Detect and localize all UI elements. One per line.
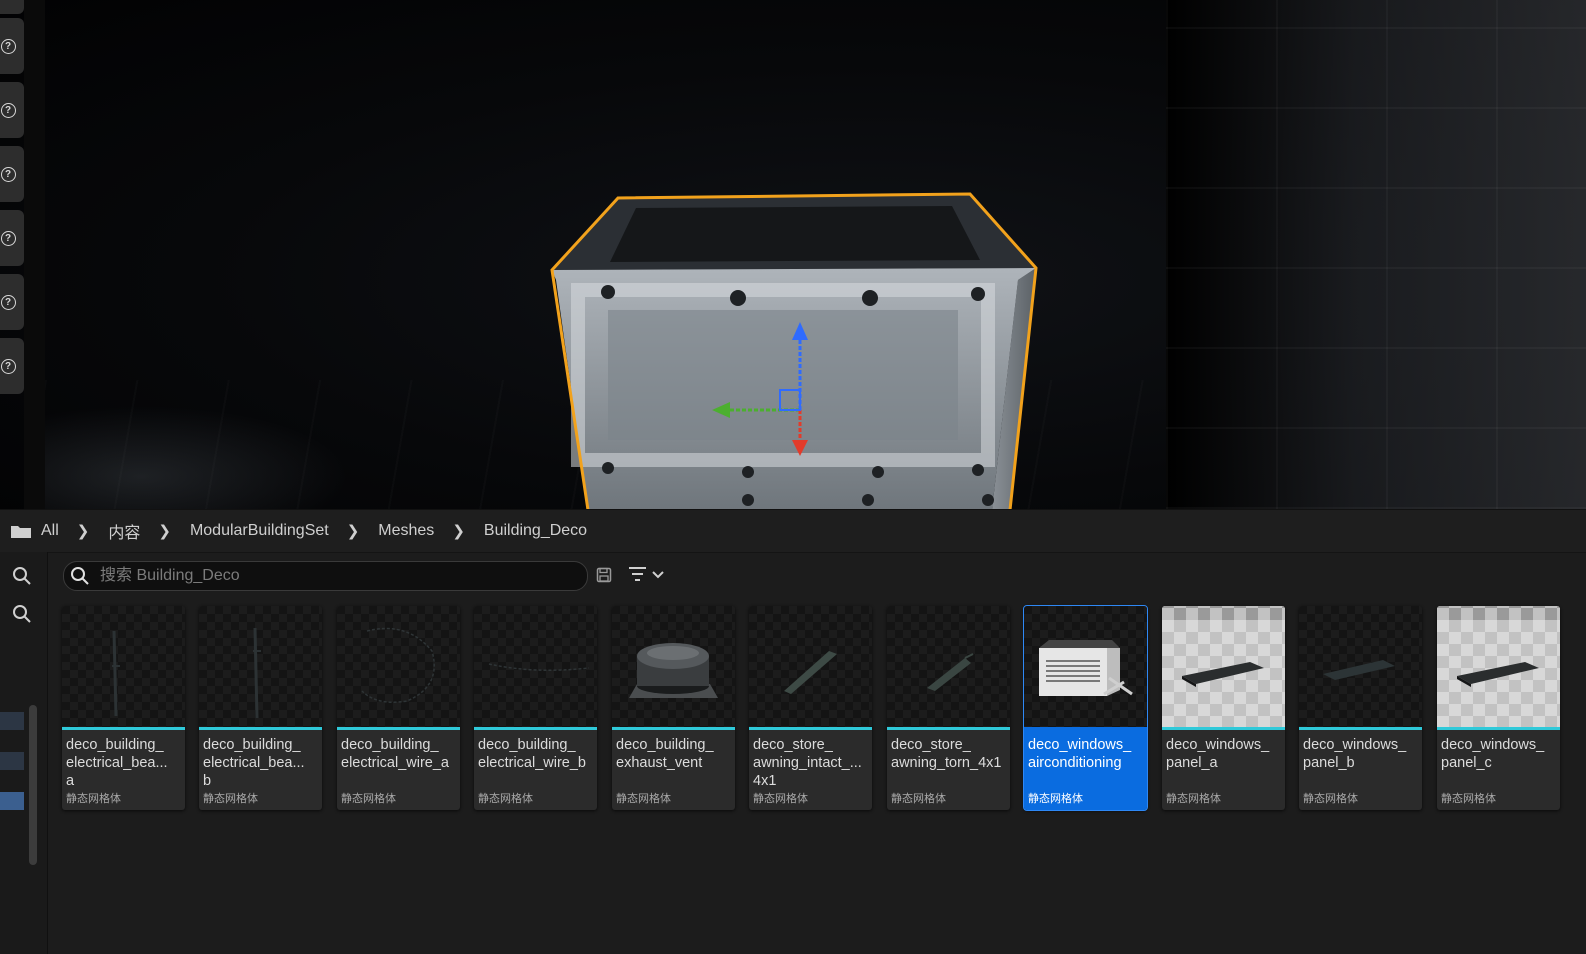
- folder-tree-item[interactable]: [0, 792, 24, 810]
- toolbar-button[interactable]: ?: [0, 146, 24, 202]
- asset-type-label: 静态网格体: [616, 793, 671, 805]
- folder-tree-item[interactable]: [0, 712, 24, 730]
- rubble: [45, 400, 365, 509]
- asset-type-bar: [474, 727, 597, 730]
- asset-type-label: 静态网格体: [341, 793, 396, 805]
- viewport-edge: [24, 0, 45, 509]
- asset-type-bar: [612, 727, 735, 730]
- asset-name: deco_building_ electrical_wire_a: [341, 737, 449, 771]
- viewport-mode-toolbar: ? ? ? ? ? ? ?: [0, 0, 26, 509]
- folder-tree-item[interactable]: [0, 752, 24, 770]
- asset-tile[interactable]: deco_building_ exhaust_vent 静态网格体: [612, 606, 735, 810]
- asset-thumbnail: [1162, 606, 1285, 727]
- breadcrumb-all[interactable]: All: [41, 522, 59, 540]
- asset-tile[interactable]: deco_building_ electrical_bea... b 静态网格体: [199, 606, 322, 810]
- asset-type-label: 静态网格体: [1028, 793, 1083, 805]
- asset-tile[interactable]: deco_building_ electrical_bea... a 静态网格体: [62, 606, 185, 810]
- save-icon[interactable]: [596, 567, 612, 583]
- search-row: [55, 559, 755, 593]
- asset-type-label: 静态网格体: [1166, 793, 1221, 805]
- search-icon[interactable]: [8, 600, 36, 628]
- folder-icon[interactable]: [10, 523, 32, 539]
- asset-thumbnail: [887, 606, 1010, 727]
- asset-type-label: 静态网格体: [66, 793, 121, 805]
- asset-thumbnail: [1299, 606, 1422, 727]
- breadcrumb-meshes[interactable]: Meshes: [378, 522, 434, 540]
- scrollbar[interactable]: [29, 705, 37, 865]
- toolbar-button[interactable]: ?: [0, 18, 24, 74]
- search-icon: [71, 567, 89, 585]
- asset-thumbnail: [474, 606, 597, 727]
- asset-tile[interactable]: deco_store_ awning_torn_4x1 静态网格体: [887, 606, 1010, 810]
- chevron-right-icon[interactable]: ❯: [158, 522, 171, 540]
- asset-thumbnail: [1024, 606, 1147, 727]
- toolbar-button[interactable]: ?: [0, 82, 24, 138]
- asset-type-bar: [749, 727, 872, 730]
- asset-tile[interactable]: deco_windows_ panel_b 静态网格体: [1299, 606, 1422, 810]
- breadcrumb-content[interactable]: 内容: [108, 519, 140, 543]
- asset-thumbnail: [337, 606, 460, 727]
- breadcrumb: All ❯ 内容 ❯ ModularBuildingSet ❯ Meshes ❯…: [0, 509, 1586, 553]
- asset-name: deco_building_ electrical_bea... b: [203, 737, 305, 789]
- question-icon: ?: [0, 294, 16, 310]
- toolbar-button[interactable]: ?: [0, 0, 24, 14]
- asset-type-label: 静态网格体: [478, 793, 533, 805]
- toolbar-button[interactable]: ?: [0, 338, 24, 394]
- asset-name: deco_store_ awning_intact_... 4x1: [753, 737, 862, 789]
- asset-name: deco_windows_ panel_a: [1166, 737, 1270, 771]
- toolbar-button[interactable]: ?: [0, 274, 24, 330]
- asset-type-label: 静态网格体: [1441, 793, 1496, 805]
- asset-name: deco_store_ awning_torn_4x1: [891, 737, 1002, 771]
- asset-tile[interactable]: deco_building_ electrical_wire_b 静态网格体: [474, 606, 597, 810]
- question-icon: ?: [0, 230, 16, 246]
- content-browser: All ❯ 内容 ❯ ModularBuildingSet ❯ Meshes ❯…: [0, 509, 1586, 954]
- question-icon: ?: [0, 38, 16, 54]
- asset-type-bar: [1437, 727, 1560, 730]
- asset-tile[interactable]: deco_building_ electrical_wire_a 静态网格体: [337, 606, 460, 810]
- asset-tile-selected[interactable]: deco_windows_ airconditioning 静态网格体: [1023, 605, 1148, 811]
- breadcrumb-building-deco[interactable]: Building_Deco: [484, 522, 587, 540]
- question-icon: ?: [0, 102, 16, 118]
- toolbar-button[interactable]: ?: [0, 210, 24, 266]
- question-icon: ?: [0, 358, 16, 374]
- asset-thumbnail: [749, 606, 872, 727]
- asset-type-bar: [199, 727, 322, 730]
- asset-type-label: 静态网格体: [753, 793, 808, 805]
- asset-type-bar: [1024, 727, 1147, 730]
- chevron-right-icon[interactable]: ❯: [347, 522, 360, 540]
- asset-name: deco_building_ electrical_bea... a: [66, 737, 168, 789]
- level-viewport[interactable]: ? ? ? ? ? ? ?: [0, 0, 1586, 509]
- asset-tile[interactable]: deco_store_ awning_intact_... 4x1 静态网格体: [749, 606, 872, 810]
- asset-type-label: 静态网格体: [203, 793, 258, 805]
- sources-panel: [0, 552, 48, 954]
- selected-mesh-airconditioner[interactable]: [548, 190, 1043, 509]
- search-icon[interactable]: [8, 562, 36, 590]
- asset-name: deco_windows_ airconditioning: [1028, 737, 1132, 771]
- asset-type-bar: [337, 727, 460, 730]
- asset-thumbnail: [1437, 606, 1560, 727]
- asset-name: deco_windows_ panel_b: [1303, 737, 1407, 771]
- asset-type-bar: [62, 727, 185, 730]
- asset-type-label: 静态网格体: [1303, 793, 1358, 805]
- asset-type-bar: [1162, 727, 1285, 730]
- asset-name: deco_windows_ panel_c: [1441, 737, 1545, 771]
- filter-icon[interactable]: [627, 565, 671, 585]
- chevron-right-icon[interactable]: ❯: [77, 522, 90, 540]
- asset-thumbnail: [62, 606, 185, 727]
- asset-name: deco_building_ electrical_wire_b: [478, 737, 586, 771]
- asset-type-bar: [887, 727, 1010, 730]
- search-box[interactable]: [63, 561, 588, 591]
- asset-tile[interactable]: deco_windows_ panel_a 静态网格体: [1162, 606, 1285, 810]
- asset-type-bar: [1299, 727, 1422, 730]
- asset-thumbnail: [199, 606, 322, 727]
- chevron-right-icon[interactable]: ❯: [452, 522, 465, 540]
- asset-tile[interactable]: deco_windows_ panel_c 静态网格体: [1437, 606, 1560, 810]
- asset-thumbnail: [612, 606, 735, 727]
- brick-wall: [1166, 0, 1586, 509]
- question-icon: ?: [0, 166, 16, 182]
- search-input[interactable]: [98, 566, 582, 586]
- asset-name: deco_building_ exhaust_vent: [616, 737, 714, 771]
- asset-type-label: 静态网格体: [891, 793, 946, 805]
- breadcrumb-modularbuildingset[interactable]: ModularBuildingSet: [190, 522, 329, 540]
